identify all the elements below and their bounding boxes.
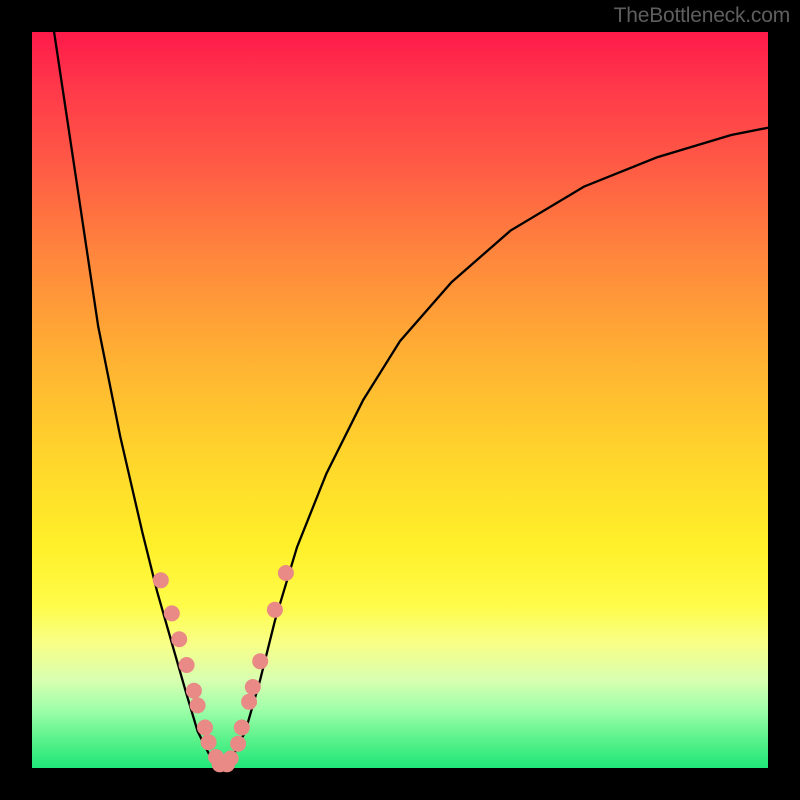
marker-dot	[267, 602, 283, 618]
marker-dot	[223, 750, 239, 766]
marker-dot	[171, 631, 187, 647]
marker-dot	[241, 694, 257, 710]
marker-dot	[190, 697, 206, 713]
plot-area	[32, 32, 768, 768]
marker-dot	[186, 683, 202, 699]
marker-dot	[179, 657, 195, 673]
curve-svg	[32, 32, 768, 768]
marker-dot	[278, 565, 294, 581]
marker-dot	[153, 572, 169, 588]
watermark-text: TheBottleneck.com	[614, 4, 790, 28]
marker-dot	[164, 605, 180, 621]
marker-group	[153, 565, 294, 772]
marker-dot	[197, 720, 213, 736]
bottleneck-curve-path	[54, 32, 768, 768]
marker-dot	[230, 736, 246, 752]
marker-dot	[234, 720, 250, 736]
chart-frame: TheBottleneck.com	[0, 0, 800, 800]
marker-dot	[245, 679, 261, 695]
marker-dot	[252, 653, 268, 669]
marker-dot	[201, 734, 217, 750]
